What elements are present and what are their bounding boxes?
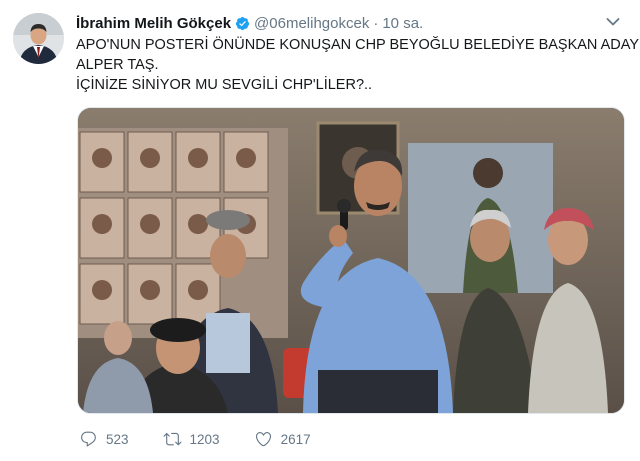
avatar-image [13, 13, 64, 64]
tweet-card: İbrahim Melih Gökçek @06melihgokcek · 10… [0, 0, 640, 461]
chevron-down-icon[interactable] [606, 14, 620, 26]
heart-icon [255, 432, 271, 447]
retweet-count: 1203 [189, 431, 220, 447]
tweet-text-line: APO'NUN POSTERİ ÖNÜNDE KONUŞAN CHP BEYOĞ… [76, 37, 640, 53]
reply-icon [81, 431, 96, 447]
photo-image [78, 108, 624, 413]
like-count: 2617 [280, 431, 311, 447]
author-name[interactable]: İbrahim Melih Gökçek [76, 15, 231, 32]
author-handle[interactable]: @06melihgokcek [254, 15, 369, 32]
retweet-icon [163, 432, 182, 446]
tweet-actions: 523 1203 2617 [79, 428, 345, 450]
tweet-text-line: ALPER TAŞ. [76, 57, 159, 73]
verified-badge-icon [235, 16, 250, 31]
retweet-button[interactable]: 1203 [163, 430, 220, 448]
tweet-header: İbrahim Melih Gökçek @06melihgokcek · 10… [76, 13, 620, 33]
tweet-text: APO'NUN POSTERİ ÖNÜNDE KONUŞAN CHP BEYOĞ… [76, 35, 640, 95]
tweet-text-line: İÇİNİZE SİNİYOR MU SEVGİLİ CHP'LİLER?.. [76, 77, 373, 93]
separator-dot: · [373, 14, 379, 32]
reply-button[interactable]: 523 [79, 430, 129, 448]
tweet-timestamp[interactable]: 10 sa. [382, 15, 423, 32]
reply-count: 523 [106, 431, 129, 447]
like-button[interactable]: 2617 [254, 430, 311, 448]
tweet-photo[interactable] [77, 107, 625, 414]
avatar[interactable] [13, 13, 64, 64]
